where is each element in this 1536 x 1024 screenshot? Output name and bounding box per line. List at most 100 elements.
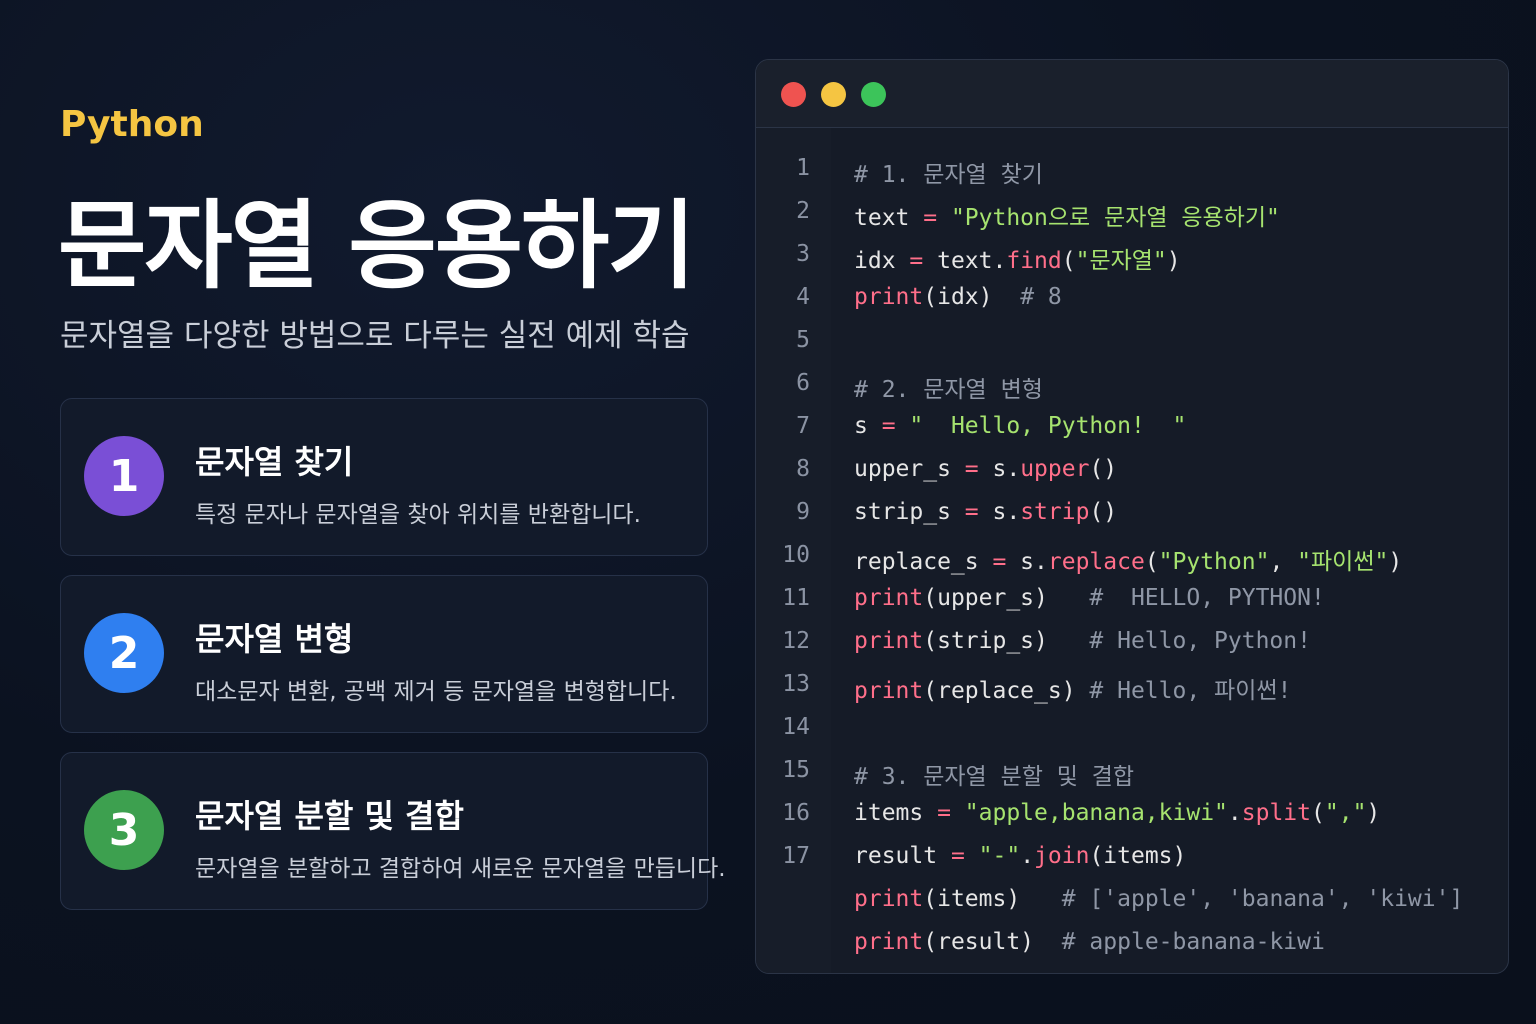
minimize-window-dot[interactable] (821, 82, 846, 107)
code-operator: = (937, 843, 979, 869)
line-number: 1 (796, 155, 810, 181)
code-operator: = (950, 499, 993, 525)
code-line: replace_s = s.replace("Python", "파이썬") (854, 542, 1402, 576)
code-string: "," (1324, 800, 1367, 826)
code-args: (idx) (923, 284, 1021, 310)
code-function: print (854, 585, 924, 611)
code-comment: # 8 (1020, 284, 1062, 310)
code-variable: items (854, 800, 924, 826)
code-line: print(strip_s) # Hello, Python! (854, 628, 1311, 654)
line-number: 8 (796, 456, 810, 482)
code-args: () (1089, 456, 1118, 482)
page-subtitle: 문자열을 다양한 방법으로 다루는 실전 예제 학습 (60, 318, 690, 354)
code-variable: result (854, 843, 938, 869)
code-string: "apple,banana,kiwi" (964, 800, 1228, 826)
code-comment: # 1. 문자열 찾기 (854, 162, 1043, 188)
code-comment: # apple-banana-kiwi (1061, 929, 1325, 955)
code-comment: # Hello, 파이썬! (1089, 678, 1292, 704)
code-args: (result) (923, 929, 1062, 955)
code-paren: ( (1061, 248, 1076, 274)
topic-card-transform: 2 문자열 변형 대소문자 변환, 공백 제거 등 문자열을 변형합니다. (60, 575, 708, 733)
code-comment: # HELLO, PYTHON! (1089, 585, 1325, 611)
line-number: 9 (796, 499, 810, 525)
code-args: (upper_s) (923, 585, 1090, 611)
code-line: # 1. 문자열 찾기 (854, 155, 1043, 189)
code-comment: # ['apple', 'banana', 'kiwi'] (1061, 886, 1464, 912)
code-string: "Python으로 문자열 응용하기" (950, 205, 1280, 231)
line-number: 5 (796, 327, 810, 353)
code-operator: = (867, 413, 910, 439)
code-line: text = "Python으로 문자열 응용하기" (854, 198, 1280, 232)
code-line: print(replace_s) # Hello, 파이썬! (854, 671, 1291, 705)
line-number-gutter: 1 2 3 4 5 6 7 8 9 10 11 12 13 14 15 16 1… (756, 128, 831, 973)
code-paren: ( (1311, 800, 1325, 826)
code-variable: idx (854, 248, 896, 274)
code-line: print(idx) # 8 (854, 284, 1062, 310)
line-number: 2 (796, 198, 810, 224)
code-string: "Python" (1158, 549, 1270, 575)
maximize-window-dot[interactable] (861, 82, 886, 107)
code-variable: strip_s (854, 499, 951, 525)
code-separator: , (1269, 549, 1298, 575)
language-label: Python (60, 104, 204, 145)
line-number: 13 (782, 671, 810, 697)
topic-card-find: 1 문자열 찾기 특정 문자나 문자열을 찾아 위치를 반환합니다. (60, 398, 708, 556)
code-line: result = "-".join(items) (854, 843, 1186, 869)
code-variable: upper_s (854, 456, 951, 482)
code-line: s = " Hello, Python! " (854, 413, 1186, 439)
step-number-badge: 3 (84, 790, 164, 870)
code-line: print(result) # apple-banana-kiwi (854, 929, 1325, 955)
code-function: split (1241, 800, 1312, 826)
card-description: 문자열을 분할하고 결합하여 새로운 문자열을 만듭니다. (195, 856, 726, 882)
code-operator: = (909, 205, 951, 231)
code-object: s. (1020, 549, 1048, 575)
step-number-badge: 1 (84, 436, 164, 516)
code-object: s. (992, 499, 1021, 525)
code-args: (items) (923, 886, 1062, 912)
code-operator: = (923, 800, 965, 826)
code-function: print (854, 929, 924, 955)
card-title: 문자열 분할 및 결합 (195, 797, 464, 835)
code-string: "파이썬" (1297, 549, 1389, 575)
close-window-dot[interactable] (781, 82, 806, 107)
code-function: print (854, 886, 924, 912)
code-line: # 3. 문자열 분할 및 결합 (854, 757, 1134, 791)
code-line: # 2. 문자열 변형 (854, 370, 1043, 404)
code-dot: . (1227, 800, 1242, 826)
code-function: print (854, 284, 924, 310)
step-number-badge: 2 (84, 613, 164, 693)
code-line: print(upper_s) # HELLO, PYTHON! (854, 585, 1325, 611)
code-comment: # Hello, Python! (1089, 628, 1311, 654)
code-function: print (854, 678, 924, 704)
code-paren: ) (1366, 800, 1381, 826)
code-comment: # 3. 문자열 분할 및 결합 (854, 764, 1135, 790)
line-number: 16 (782, 800, 810, 826)
code-function: find (1006, 248, 1062, 274)
code-args: (strip_s) (923, 628, 1090, 654)
card-title: 문자열 찾기 (195, 443, 354, 481)
code-line: idx = text.find("문자열") (854, 241, 1181, 275)
editor-titlebar (756, 60, 1508, 128)
topic-card-split-join: 3 문자열 분할 및 결합 문자열을 분할하고 결합하여 새로운 문자열을 만듭… (60, 752, 726, 910)
code-function: upper (1020, 456, 1090, 482)
code-comment: # 2. 문자열 변형 (854, 377, 1043, 403)
line-number: 3 (796, 241, 810, 267)
code-line: upper_s = s.upper() (854, 456, 1117, 482)
page-title: 문자열 응용하기 (58, 190, 696, 302)
line-number: 11 (782, 585, 810, 611)
code-string: "문자열" (1075, 248, 1167, 274)
line-number: 4 (796, 284, 810, 310)
card-description: 대소문자 변환, 공백 제거 등 문자열을 변형합니다. (195, 679, 677, 705)
line-number: 7 (796, 413, 810, 439)
line-number: 15 (782, 757, 810, 783)
code-paren: ( (1144, 549, 1159, 575)
code-variable: replace_s (854, 549, 979, 575)
code-object: text. (937, 248, 1007, 274)
code-args: () (1089, 499, 1118, 525)
code-string: "-" (978, 843, 1021, 869)
code-dot: . (1020, 843, 1035, 869)
code-function: replace (1047, 549, 1145, 575)
code-function: join (1034, 843, 1090, 869)
code-string: " Hello, Python! " (909, 413, 1187, 439)
line-number: 12 (782, 628, 810, 654)
